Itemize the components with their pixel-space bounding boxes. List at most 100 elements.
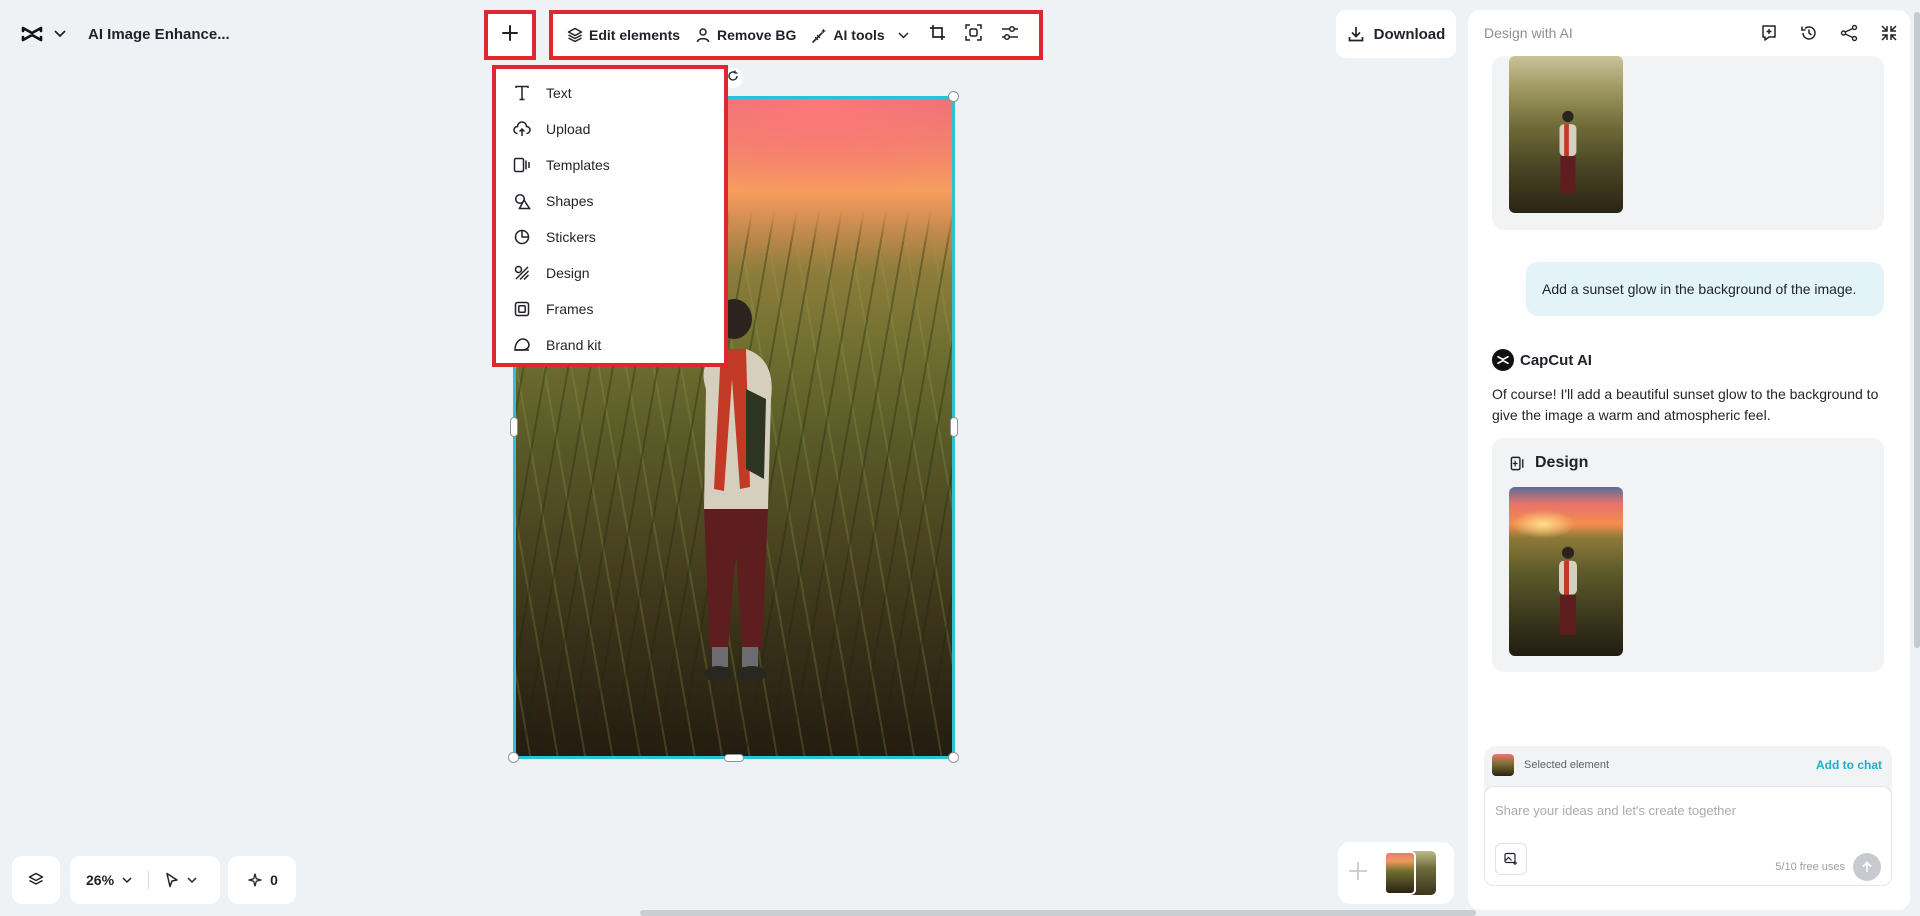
project-title[interactable]: AI Image Enhance... — [88, 26, 230, 43]
vertical-scrollbar[interactable] — [1914, 12, 1920, 648]
menu-item-templates[interactable]: Templates — [496, 147, 724, 183]
crop-button[interactable] — [920, 18, 956, 52]
add-to-chat-button[interactable]: Add to chat — [1816, 758, 1882, 772]
menu-item-label: Frames — [546, 301, 594, 317]
layers-button[interactable] — [12, 856, 60, 904]
selected-element-row: Selected element Add to chat — [1484, 746, 1892, 784]
assistant-header: CapCut AI — [1492, 349, 1592, 371]
rotate-icon — [727, 69, 739, 87]
ai-credits-button[interactable]: 0 — [228, 856, 296, 904]
menu-item-label: Text — [546, 85, 572, 101]
send-button[interactable] — [1853, 853, 1881, 881]
smart-select-button[interactable] — [956, 18, 992, 52]
project-menu[interactable]: AI Image Enhance... — [8, 10, 232, 58]
plus-icon — [501, 24, 519, 47]
chat-input-box: Selected element Add to chat Share your … — [1484, 746, 1892, 886]
sliders-icon — [1001, 25, 1019, 46]
resize-handle-top-right[interactable] — [948, 91, 959, 102]
new-chat-icon[interactable] — [1758, 22, 1780, 44]
resize-handle-left[interactable] — [510, 417, 518, 437]
layers-icon — [27, 871, 45, 889]
selected-element-label: Selected element — [1524, 759, 1609, 771]
download-label: Download — [1373, 25, 1446, 43]
remove-bg-label: Remove BG — [717, 27, 797, 43]
share-icon[interactable] — [1838, 22, 1860, 44]
crop-icon — [929, 24, 946, 46]
shapes-icon — [512, 191, 532, 211]
templates-icon — [512, 155, 532, 175]
add-page-button[interactable] — [1344, 853, 1372, 893]
magic-wand-icon — [810, 26, 828, 44]
design-icon — [512, 263, 532, 283]
adjust-button[interactable] — [992, 18, 1028, 52]
menu-item-label: Stickers — [546, 229, 596, 245]
chat-input-placeholder: Share your ideas and let's create togeth… — [1495, 803, 1736, 818]
scan-icon — [965, 24, 982, 46]
templates-icon — [1509, 454, 1527, 472]
add-element-button[interactable] — [484, 10, 536, 60]
arrow-up-icon — [1862, 861, 1872, 872]
add-menu: Text Upload Templates Shapes Stickers De… — [492, 65, 728, 367]
assistant-name: CapCut AI — [1520, 351, 1592, 369]
resize-handle-bottom-right[interactable] — [948, 752, 959, 763]
chevron-down-icon — [118, 871, 136, 889]
capcut-avatar-icon — [1492, 349, 1514, 371]
menu-item-label: Templates — [546, 157, 610, 173]
user-message: Add a sunset glow in the background of t… — [1526, 262, 1884, 316]
chevron-down-icon[interactable] — [52, 26, 68, 42]
history-icon[interactable] — [1798, 22, 1820, 44]
user-message-text: Add a sunset glow in the background of t… — [1542, 281, 1857, 297]
menu-item-label: Upload — [546, 121, 591, 137]
resize-handle-right[interactable] — [950, 417, 958, 437]
menu-item-label: Shapes — [546, 193, 594, 209]
capcut-logo-icon — [18, 20, 46, 48]
chat-input[interactable]: Share your ideas and let's create togeth… — [1484, 786, 1892, 886]
menu-item-shapes[interactable]: Shapes — [496, 183, 724, 219]
zoom-control[interactable]: 26% — [70, 856, 220, 904]
menu-item-brand-kit[interactable]: Brand kit — [496, 327, 724, 363]
top-toolbar: Edit elements Remove BG AI tools — [549, 10, 1043, 60]
edit-elements-label: Edit elements — [589, 27, 681, 43]
plus-icon — [1347, 860, 1369, 887]
panel-title: Design with AI — [1484, 25, 1573, 41]
design-card-header: Design — [1509, 454, 1588, 472]
image-plus-icon — [1504, 852, 1517, 865]
menu-item-text[interactable]: Text — [496, 75, 724, 111]
design-result-image[interactable] — [1509, 487, 1623, 656]
text-icon — [512, 83, 532, 103]
panel-header: Design with AI — [1468, 10, 1910, 56]
attach-image-button[interactable] — [1495, 843, 1527, 875]
resize-handle-bottom[interactable] — [724, 754, 744, 762]
pages-strip — [1338, 842, 1454, 904]
edit-elements-button[interactable]: Edit elements — [559, 18, 687, 52]
menu-item-stickers[interactable]: Stickers — [496, 219, 724, 255]
free-uses-count: 5/10 free uses — [1775, 861, 1845, 873]
stickers-icon — [512, 227, 532, 247]
zoom-value[interactable]: 26% — [86, 872, 114, 888]
upload-icon — [512, 119, 532, 139]
resize-handle-bottom-left[interactable] — [508, 752, 519, 763]
menu-item-label: Design — [546, 265, 590, 281]
page-thumbnail[interactable] — [1384, 849, 1438, 897]
brand-kit-icon — [512, 335, 532, 355]
menu-item-frames[interactable]: Frames — [496, 291, 724, 327]
previous-result-image[interactable] — [1509, 56, 1623, 213]
menu-item-upload[interactable]: Upload — [496, 111, 724, 147]
download-button[interactable]: Download — [1336, 10, 1456, 58]
collapse-icon[interactable] — [1878, 22, 1900, 44]
horizontal-scrollbar[interactable] — [640, 910, 1476, 916]
selected-element-thumbnail — [1492, 754, 1514, 776]
ai-tools-button[interactable]: AI tools — [803, 18, 919, 52]
remove-bg-button[interactable]: Remove BG — [687, 18, 803, 52]
layers-icon — [566, 26, 584, 44]
assistant-message: Of course! I'll add a beautiful sunset g… — [1492, 386, 1879, 423]
download-icon — [1347, 25, 1365, 43]
menu-item-design[interactable]: Design — [496, 255, 724, 291]
ai-credits-count: 0 — [270, 872, 278, 888]
menu-item-label: Brand kit — [546, 337, 602, 353]
design-card-title: Design — [1535, 454, 1589, 471]
chevron-down-icon — [895, 26, 913, 44]
ai-tools-label: AI tools — [833, 27, 885, 43]
frames-icon — [512, 299, 532, 319]
pointer-icon[interactable] — [163, 871, 181, 889]
